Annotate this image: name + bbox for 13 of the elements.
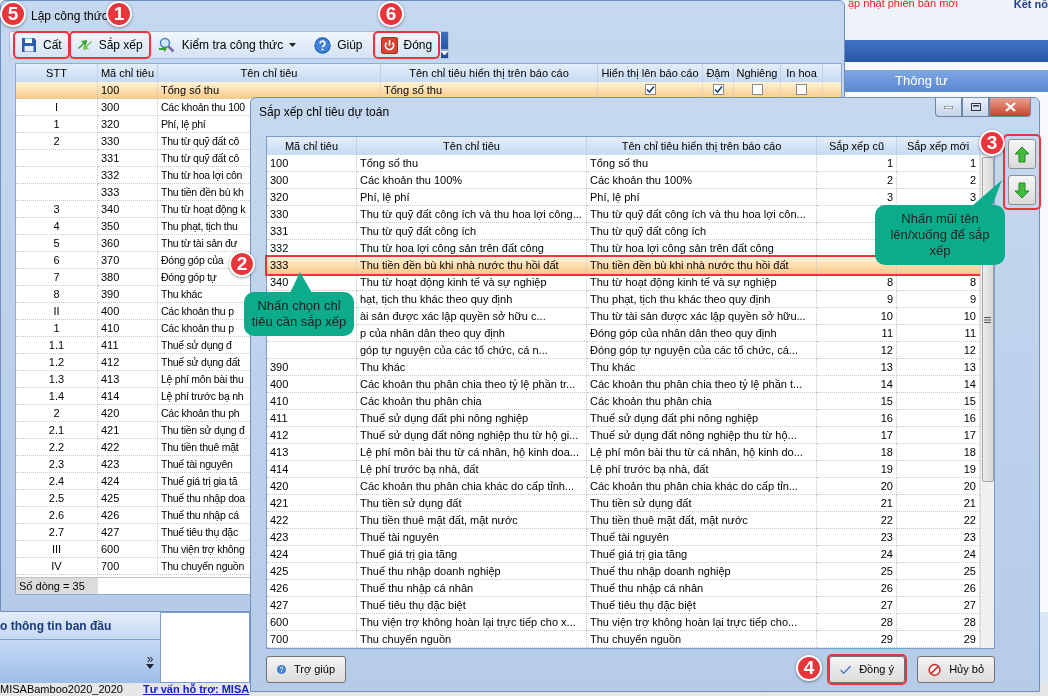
table-cell: IV — [16, 558, 98, 575]
panel-header: Thông tư — [845, 70, 1048, 92]
table-cell: Thu tiền đền bù khi nhà nước thu hồi đất — [587, 257, 817, 274]
table-cell: 700 — [267, 631, 357, 648]
table-cell: 29 — [817, 631, 897, 648]
table-cell: 700 — [98, 558, 158, 575]
table-cell: Thu chuyển nguồn — [357, 631, 587, 648]
table-cell: Thu tiền đền bù khi nhà nước thu hồi đất — [357, 257, 587, 274]
table-cell: Thu chuyển nguồn — [587, 631, 817, 648]
row-count: Số dòng = 35 — [16, 578, 98, 594]
table-cell: 333 — [267, 257, 357, 274]
status-text: MISABamboo2020_2020 — [0, 683, 123, 696]
window-title: Lập công thức — [31, 8, 108, 24]
